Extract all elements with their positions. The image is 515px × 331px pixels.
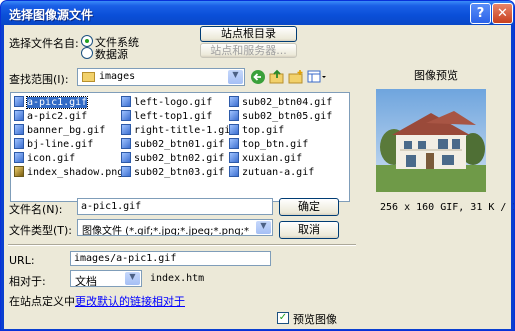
png-file-icon (14, 166, 24, 177)
gif-file-icon (14, 124, 24, 135)
chevron-down-icon[interactable]: ▼ (125, 272, 140, 285)
gif-file-icon (121, 124, 131, 135)
gif-file-icon (14, 110, 24, 121)
gif-file-icon (14, 138, 24, 149)
file-item[interactable]: a-pic1.gif (14, 96, 89, 109)
file-item[interactable]: zutuan-a.gif (229, 166, 314, 179)
radio-data-source-label: 数据源 (95, 48, 128, 61)
file-item[interactable]: banner_bg.gif (14, 124, 105, 137)
separator (8, 244, 356, 246)
file-item[interactable]: top.gif (229, 124, 284, 137)
gif-file-icon (121, 110, 131, 121)
cancel-button[interactable]: 取消 (279, 221, 339, 239)
lookin-label: 查找范围(I): (9, 73, 69, 86)
file-item[interactable]: sub02_btn04.gif (229, 96, 332, 109)
filename-label: 文件名(N): (9, 203, 63, 216)
file-list[interactable]: a-pic1.gif a-pic2.gif banner_bg.gif bj-l… (10, 92, 350, 202)
gif-file-icon (229, 166, 239, 177)
preview-checkbox-label: 预览图像 (293, 313, 337, 326)
file-item[interactable]: right-title-1.gif (121, 124, 236, 137)
gif-file-icon (229, 110, 239, 121)
title-bar[interactable]: 选择图像源文件 ? ✕ (1, 1, 514, 25)
gif-file-icon (229, 152, 239, 163)
preview-image (376, 89, 486, 192)
file-item[interactable]: index_shadow.png (14, 166, 123, 179)
file-item[interactable]: top_btn.gif (229, 138, 308, 151)
gif-file-icon (14, 152, 24, 163)
preview-checkbox[interactable]: ✓ (277, 312, 289, 324)
file-item[interactable]: a-pic2.gif (14, 110, 87, 123)
gif-file-icon (121, 96, 131, 107)
back-icon[interactable] (250, 69, 266, 85)
dialog-title: 选择图像源文件 (9, 8, 94, 22)
gif-file-icon (121, 138, 131, 149)
file-item[interactable]: sub02_btn05.gif (229, 110, 332, 123)
filename-input[interactable]: a-pic1.gif (77, 198, 273, 215)
dialog-body: 选择文件名自: 文件系统 数据源 站点根目录 站点和服务器... 查找范围(I)… (4, 25, 514, 329)
file-item[interactable]: bj-line.gif (14, 138, 93, 151)
filetype-label: 文件类型(T): (9, 224, 73, 237)
file-item[interactable]: sub02_btn02.gif (121, 152, 224, 165)
site-root-button[interactable]: 站点根目录 (200, 26, 297, 42)
house-preview-image (376, 89, 486, 192)
gif-file-icon (229, 138, 239, 149)
change-default-link[interactable]: 更改默认的链接相对于 (75, 295, 185, 308)
site-server-button[interactable]: 站点和服务器... (200, 43, 297, 58)
file-item[interactable]: icon.gif (14, 152, 75, 165)
dialog-window: 选择图像源文件 ? ✕ 选择文件名自: 文件系统 数据源 站点根目录 站点和服务… (0, 0, 515, 331)
up-folder-icon[interactable] (269, 69, 285, 85)
preview-title: 图像预览 (414, 69, 458, 82)
radio-file-system[interactable] (81, 35, 93, 47)
help-button[interactable]: ? (470, 3, 491, 24)
gif-file-icon (121, 166, 131, 177)
url-input[interactable]: images/a-pic1.gif (70, 251, 271, 266)
select-from-label: 选择文件名自: (9, 37, 79, 50)
file-item[interactable]: left-top1.gif (121, 110, 212, 123)
file-item[interactable]: sub02_btn01.gif (121, 138, 224, 151)
gif-file-icon (14, 96, 24, 107)
gif-file-icon (229, 124, 239, 135)
file-item[interactable]: left-logo.gif (121, 96, 212, 109)
filetype-combo[interactable]: 图像文件 (*.gif;*.jpg;*.jpeg;*.png;* ▼ (77, 219, 273, 236)
chevron-down-icon[interactable]: ▼ (256, 221, 271, 234)
view-menu-icon[interactable] (307, 69, 327, 85)
relative-value: 文档 (75, 275, 97, 287)
relative-combo[interactable]: 文档 ▼ (70, 270, 142, 287)
footer-text: 在站点定义中更改默认的链接相对于 (9, 293, 185, 309)
close-button[interactable]: ✕ (492, 3, 513, 24)
chevron-down-icon[interactable]: ▼ (228, 70, 243, 84)
gif-file-icon (229, 96, 239, 107)
file-item[interactable]: sub02_btn03.gif (121, 166, 224, 179)
lookin-combo[interactable]: images ▼ (77, 68, 245, 86)
new-folder-icon[interactable] (288, 69, 304, 85)
filetype-value: 图像文件 (*.gif;*.jpg;*.jpeg;*.png;* (82, 226, 250, 236)
preview-info: 256 x 160 GIF, 31 K / 1 (380, 202, 515, 213)
footer-prefix: 在站点定义中 (9, 295, 75, 308)
url-label: URL: (9, 254, 35, 267)
gif-file-icon (121, 152, 131, 163)
file-item[interactable]: xuxian.gif (229, 152, 302, 165)
relative-label: 相对于: (9, 275, 46, 288)
lookin-value: images (99, 71, 136, 82)
folder-icon (82, 72, 95, 82)
ok-button[interactable]: 确定 (279, 198, 339, 216)
radio-data-source[interactable] (81, 47, 93, 59)
relative-doc-name: index.htm (150, 273, 205, 284)
